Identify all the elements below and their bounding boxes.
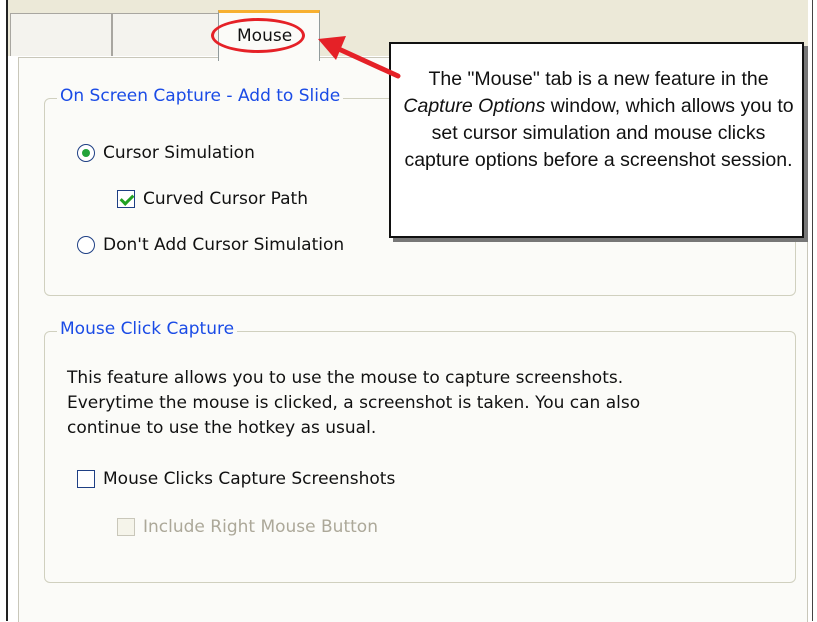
mouse-clicks-capture-checkbox[interactable] [77,470,95,488]
cursor-simulation-label: Cursor Simulation [103,143,255,163]
description-line-2: Everytime the mouse is clicked, a screen… [67,393,641,413]
mouse-click-capture-description: This feature allows you to use the mouse… [67,366,767,441]
dont-add-cursor-option[interactable]: Don't Add Cursor Simulation [77,235,344,255]
curved-cursor-path-label: Curved Cursor Path [143,189,308,209]
curved-cursor-path-checkbox[interactable] [117,190,135,208]
include-right-button-option: Include Right Mouse Button [117,517,378,537]
include-right-button-label: Include Right Mouse Button [143,517,378,537]
include-right-button-checkbox [117,518,135,536]
callout-text-italic: Capture Options [403,95,546,117]
curved-cursor-path-option[interactable]: Curved Cursor Path [117,189,308,209]
highlight-ellipse [211,18,305,53]
description-line-3: continue to use the hotkey as usual. [67,418,377,438]
window-border-right [812,0,813,621]
annotation-callout: The "Mouse" tab is a new feature in the … [389,42,804,238]
mouse-clicks-capture-label: Mouse Clicks Capture Screenshots [103,469,396,489]
callout-arrow-icon [318,36,401,79]
window-border-left [6,0,8,621]
description-line-1: This feature allows you to use the mouse… [67,368,624,388]
cursor-simulation-radio[interactable] [77,144,95,162]
tab-inactive-2[interactable] [112,13,219,56]
mouse-click-capture-group: Mouse Click Capture This feature allows … [44,319,796,583]
callout-text: The "Mouse" tab is a new feature in the … [401,66,796,174]
dont-add-cursor-label: Don't Add Cursor Simulation [103,235,345,255]
dont-add-cursor-radio[interactable] [77,236,95,254]
cursor-simulation-option[interactable]: Cursor Simulation [77,143,255,163]
callout-text-part1: The "Mouse" tab is a new feature in the [428,68,769,90]
mouse-clicks-capture-option[interactable]: Mouse Clicks Capture Screenshots [77,469,395,489]
tab-inactive-1[interactable] [10,13,112,56]
mouse-click-capture-title: Mouse Click Capture [57,319,238,339]
on-screen-capture-title: On Screen Capture - Add to Slide [57,86,344,106]
